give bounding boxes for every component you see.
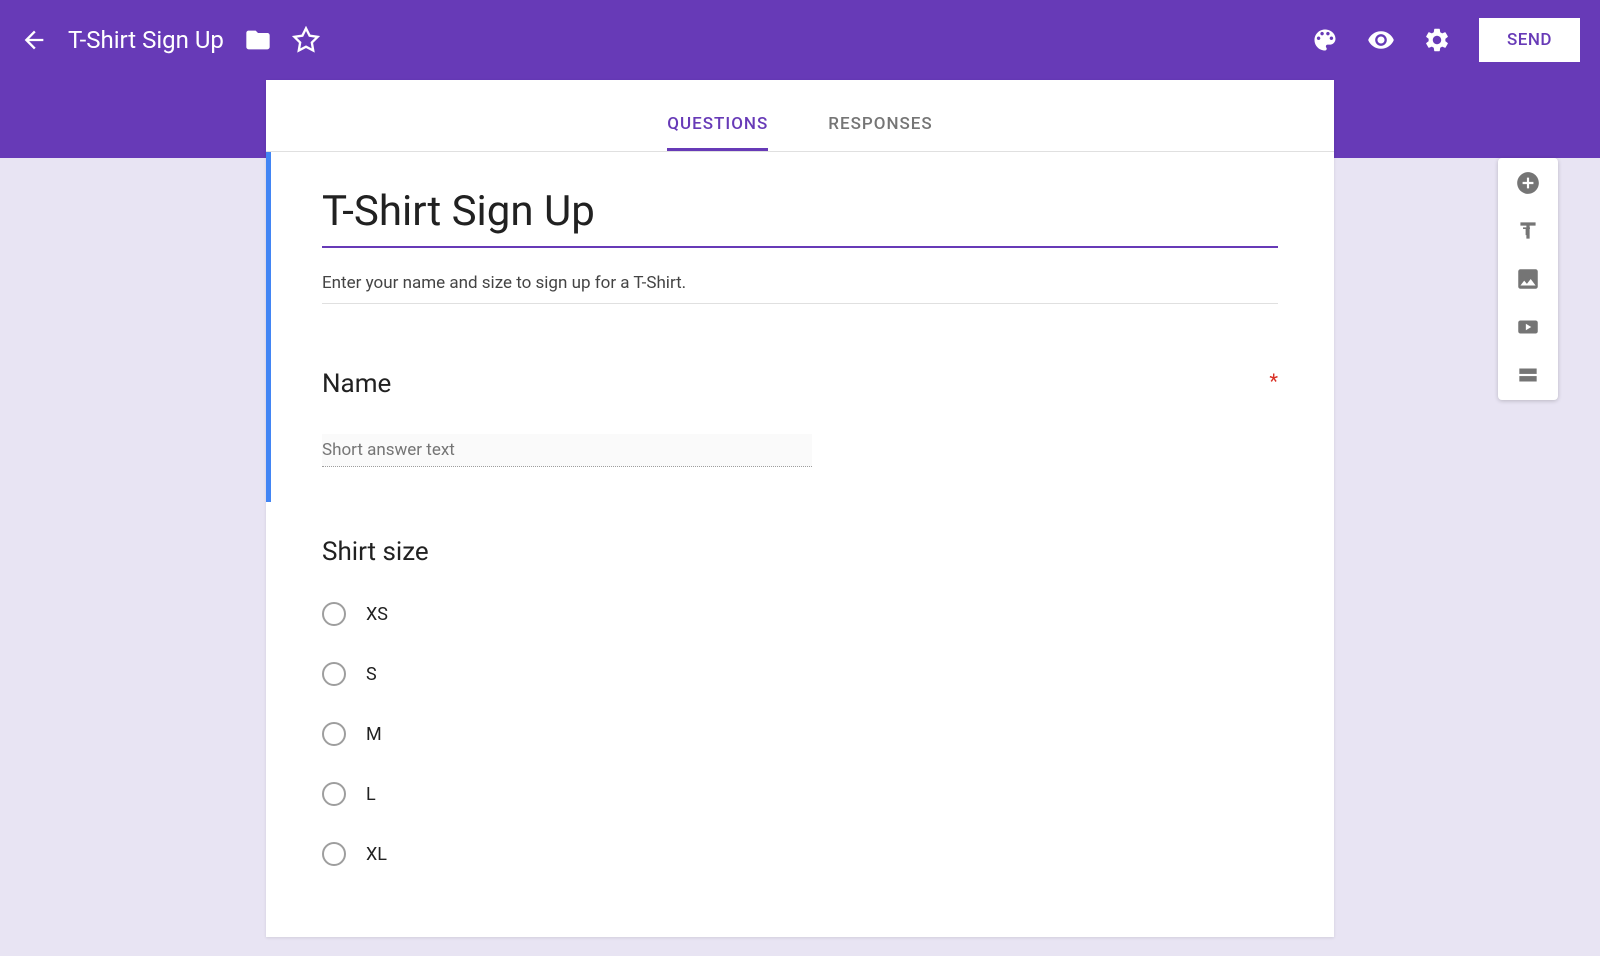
form-body: T-Shirt Sign Up Enter your name and size… bbox=[266, 152, 1334, 937]
header-form-title[interactable]: T-Shirt Sign Up bbox=[68, 26, 224, 54]
radio-option[interactable]: XL bbox=[322, 842, 1278, 866]
send-button[interactable]: SEND bbox=[1479, 18, 1580, 62]
tab-responses[interactable]: RESPONSES bbox=[828, 100, 932, 151]
question-card-name[interactable]: Name * bbox=[266, 334, 1334, 502]
tabs-bar: QUESTIONS RESPONSES bbox=[266, 80, 1334, 152]
radio-circle-icon[interactable] bbox=[322, 602, 346, 626]
back-arrow-icon[interactable] bbox=[20, 26, 48, 54]
form-container: QUESTIONS RESPONSES T-Shirt Sign Up Ente… bbox=[266, 80, 1334, 937]
settings-gear-icon[interactable] bbox=[1423, 26, 1451, 54]
header-left: T-Shirt Sign Up bbox=[20, 26, 320, 54]
folder-icon[interactable] bbox=[244, 26, 272, 54]
content-wrapper: QUESTIONS RESPONSES T-Shirt Sign Up Ente… bbox=[0, 80, 1600, 937]
app-header: T-Shirt Sign Up SEND bbox=[0, 0, 1600, 80]
radio-label: XL bbox=[366, 844, 387, 865]
radio-label: M bbox=[366, 724, 382, 745]
radio-circle-icon[interactable] bbox=[322, 782, 346, 806]
question-title[interactable]: Name bbox=[322, 369, 391, 399]
short-answer-input[interactable] bbox=[322, 434, 812, 467]
add-image-icon[interactable] bbox=[1515, 266, 1541, 292]
tab-questions[interactable]: QUESTIONS bbox=[667, 100, 768, 151]
required-indicator: * bbox=[1269, 369, 1278, 393]
title-card[interactable]: T-Shirt Sign Up Enter your name and size… bbox=[266, 152, 1334, 334]
star-icon[interactable] bbox=[292, 26, 320, 54]
radio-circle-icon[interactable] bbox=[322, 722, 346, 746]
question-card-shirt-size[interactable]: Shirt size XS S M L bbox=[266, 502, 1334, 937]
form-description[interactable]: Enter your name and size to sign up for … bbox=[322, 273, 1278, 304]
add-section-icon[interactable] bbox=[1515, 362, 1541, 388]
side-toolbar bbox=[1498, 158, 1558, 400]
radio-option[interactable]: L bbox=[322, 782, 1278, 806]
radio-option[interactable]: M bbox=[322, 722, 1278, 746]
radio-option[interactable]: XS bbox=[322, 602, 1278, 626]
header-right: SEND bbox=[1311, 18, 1580, 62]
add-video-icon[interactable] bbox=[1515, 314, 1541, 340]
radio-label: L bbox=[366, 784, 376, 805]
radio-option[interactable]: S bbox=[322, 662, 1278, 686]
add-title-icon[interactable] bbox=[1515, 218, 1541, 244]
preview-eye-icon[interactable] bbox=[1367, 26, 1395, 54]
radio-label: S bbox=[366, 664, 377, 685]
add-question-icon[interactable] bbox=[1515, 170, 1541, 196]
radio-circle-icon[interactable] bbox=[322, 662, 346, 686]
question-title[interactable]: Shirt size bbox=[322, 537, 1278, 567]
radio-label: XS bbox=[366, 604, 388, 625]
form-title[interactable]: T-Shirt Sign Up bbox=[322, 187, 1278, 248]
radio-circle-icon[interactable] bbox=[322, 842, 346, 866]
palette-icon[interactable] bbox=[1311, 26, 1339, 54]
